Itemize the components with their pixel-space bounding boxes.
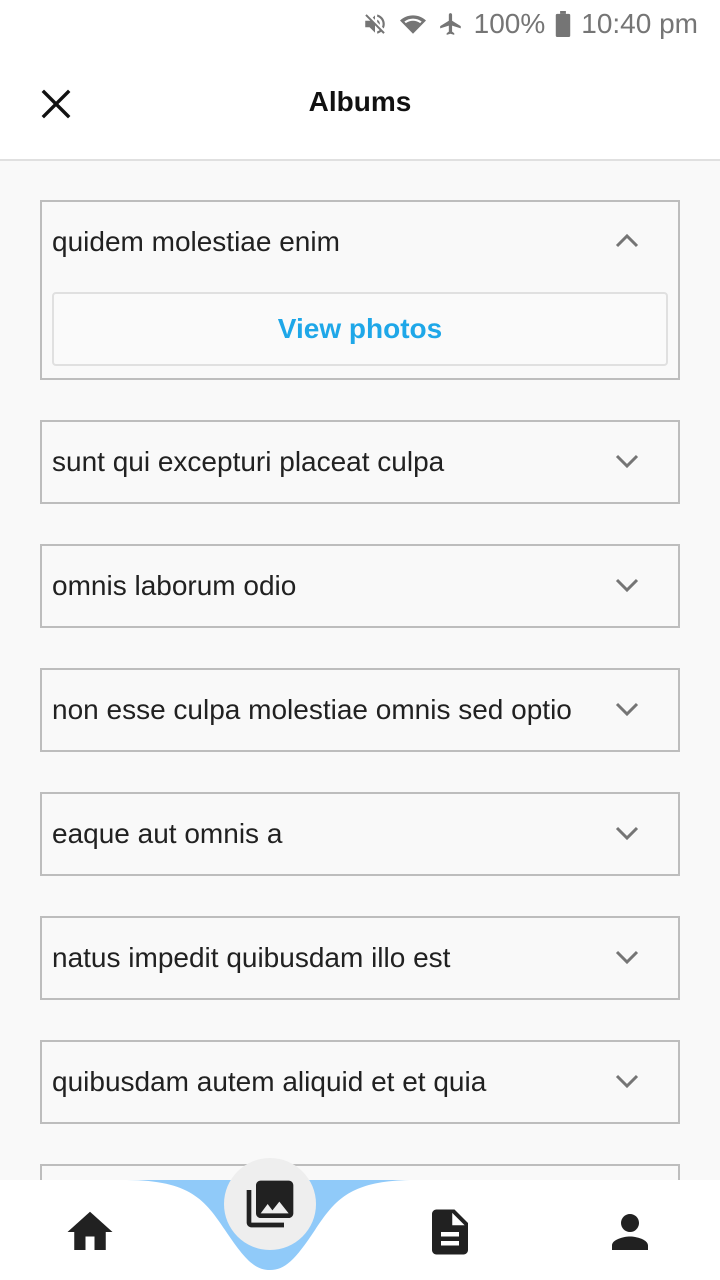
album-title: omnis laborum odio <box>52 570 297 601</box>
album-header[interactable]: omnis laborum odio <box>42 546 678 626</box>
album-item[interactable]: quibusdam autem aliquid et et quia <box>40 1040 680 1124</box>
album-header[interactable]: quidem molestiae enim <box>42 202 678 282</box>
chevron-down-icon <box>615 454 639 469</box>
chevron-down-icon <box>615 702 639 717</box>
chevron-down-icon <box>615 578 639 593</box>
album-header[interactable]: eaque aut omnis a <box>42 794 678 874</box>
chevron-down-icon <box>615 950 639 965</box>
album-header[interactable]: quibusdam autem aliquid et et quia <box>42 1042 678 1122</box>
person-icon <box>612 1214 648 1250</box>
album-body: View photos <box>42 282 678 378</box>
album-title: natus impedit quibusdam illo est <box>52 942 451 973</box>
chevron-down-icon <box>615 1074 639 1089</box>
nav-albums[interactable] <box>224 1158 316 1250</box>
album-list: quidem molestiae enim View photos sunt q… <box>40 200 680 1164</box>
wifi-icon <box>398 11 428 37</box>
album-item[interactable]: natus impedit quibusdam illo est <box>40 916 680 1000</box>
album-item[interactable]: eaque aut omnis a <box>40 792 680 876</box>
mute-icon <box>362 11 388 37</box>
chevron-up-icon <box>615 233 639 248</box>
album-title: eaque aut omnis a <box>52 818 283 849</box>
battery-percent: 100% <box>473 8 546 39</box>
album-title: quibusdam autem aliquid et et quia <box>52 1066 487 1097</box>
clock: 10:40 pm <box>581 8 698 39</box>
bottom-nav <box>0 1180 720 1280</box>
album-item: quidem molestiae enim View photos <box>40 200 680 380</box>
app-bar: Albums <box>0 48 720 161</box>
airplane-icon <box>438 11 464 37</box>
album-item[interactable]: omnis laborum odio <box>40 544 680 628</box>
nav-home[interactable] <box>62 1204 118 1260</box>
page-title: Albums <box>308 86 412 117</box>
album-header[interactable]: sunt qui excepturi placeat culpa <box>42 422 678 502</box>
nav-profile[interactable] <box>602 1204 658 1260</box>
album-title: quidem molestiae enim <box>52 226 340 257</box>
album-title: non esse culpa molestiae omnis sed optio <box>52 694 572 725</box>
nav-documents[interactable] <box>422 1204 478 1260</box>
view-photos-button[interactable]: View photos <box>52 292 668 366</box>
photo-library-icon <box>246 1180 294 1228</box>
album-title: sunt qui excepturi placeat culpa <box>52 446 445 477</box>
album-header[interactable]: non esse culpa molestiae omnis sed optio <box>42 670 678 750</box>
chevron-down-icon <box>615 826 639 841</box>
document-icon <box>432 1209 468 1255</box>
battery-icon <box>555 11 571 37</box>
status-bar: 100% 10:40 pm <box>0 0 720 48</box>
album-item[interactable]: sunt qui excepturi placeat culpa <box>40 420 680 504</box>
album-header[interactable]: natus impedit quibusdam illo est <box>42 918 678 998</box>
album-item[interactable]: non esse culpa molestiae omnis sed optio <box>40 668 680 752</box>
home-icon <box>67 1211 113 1250</box>
